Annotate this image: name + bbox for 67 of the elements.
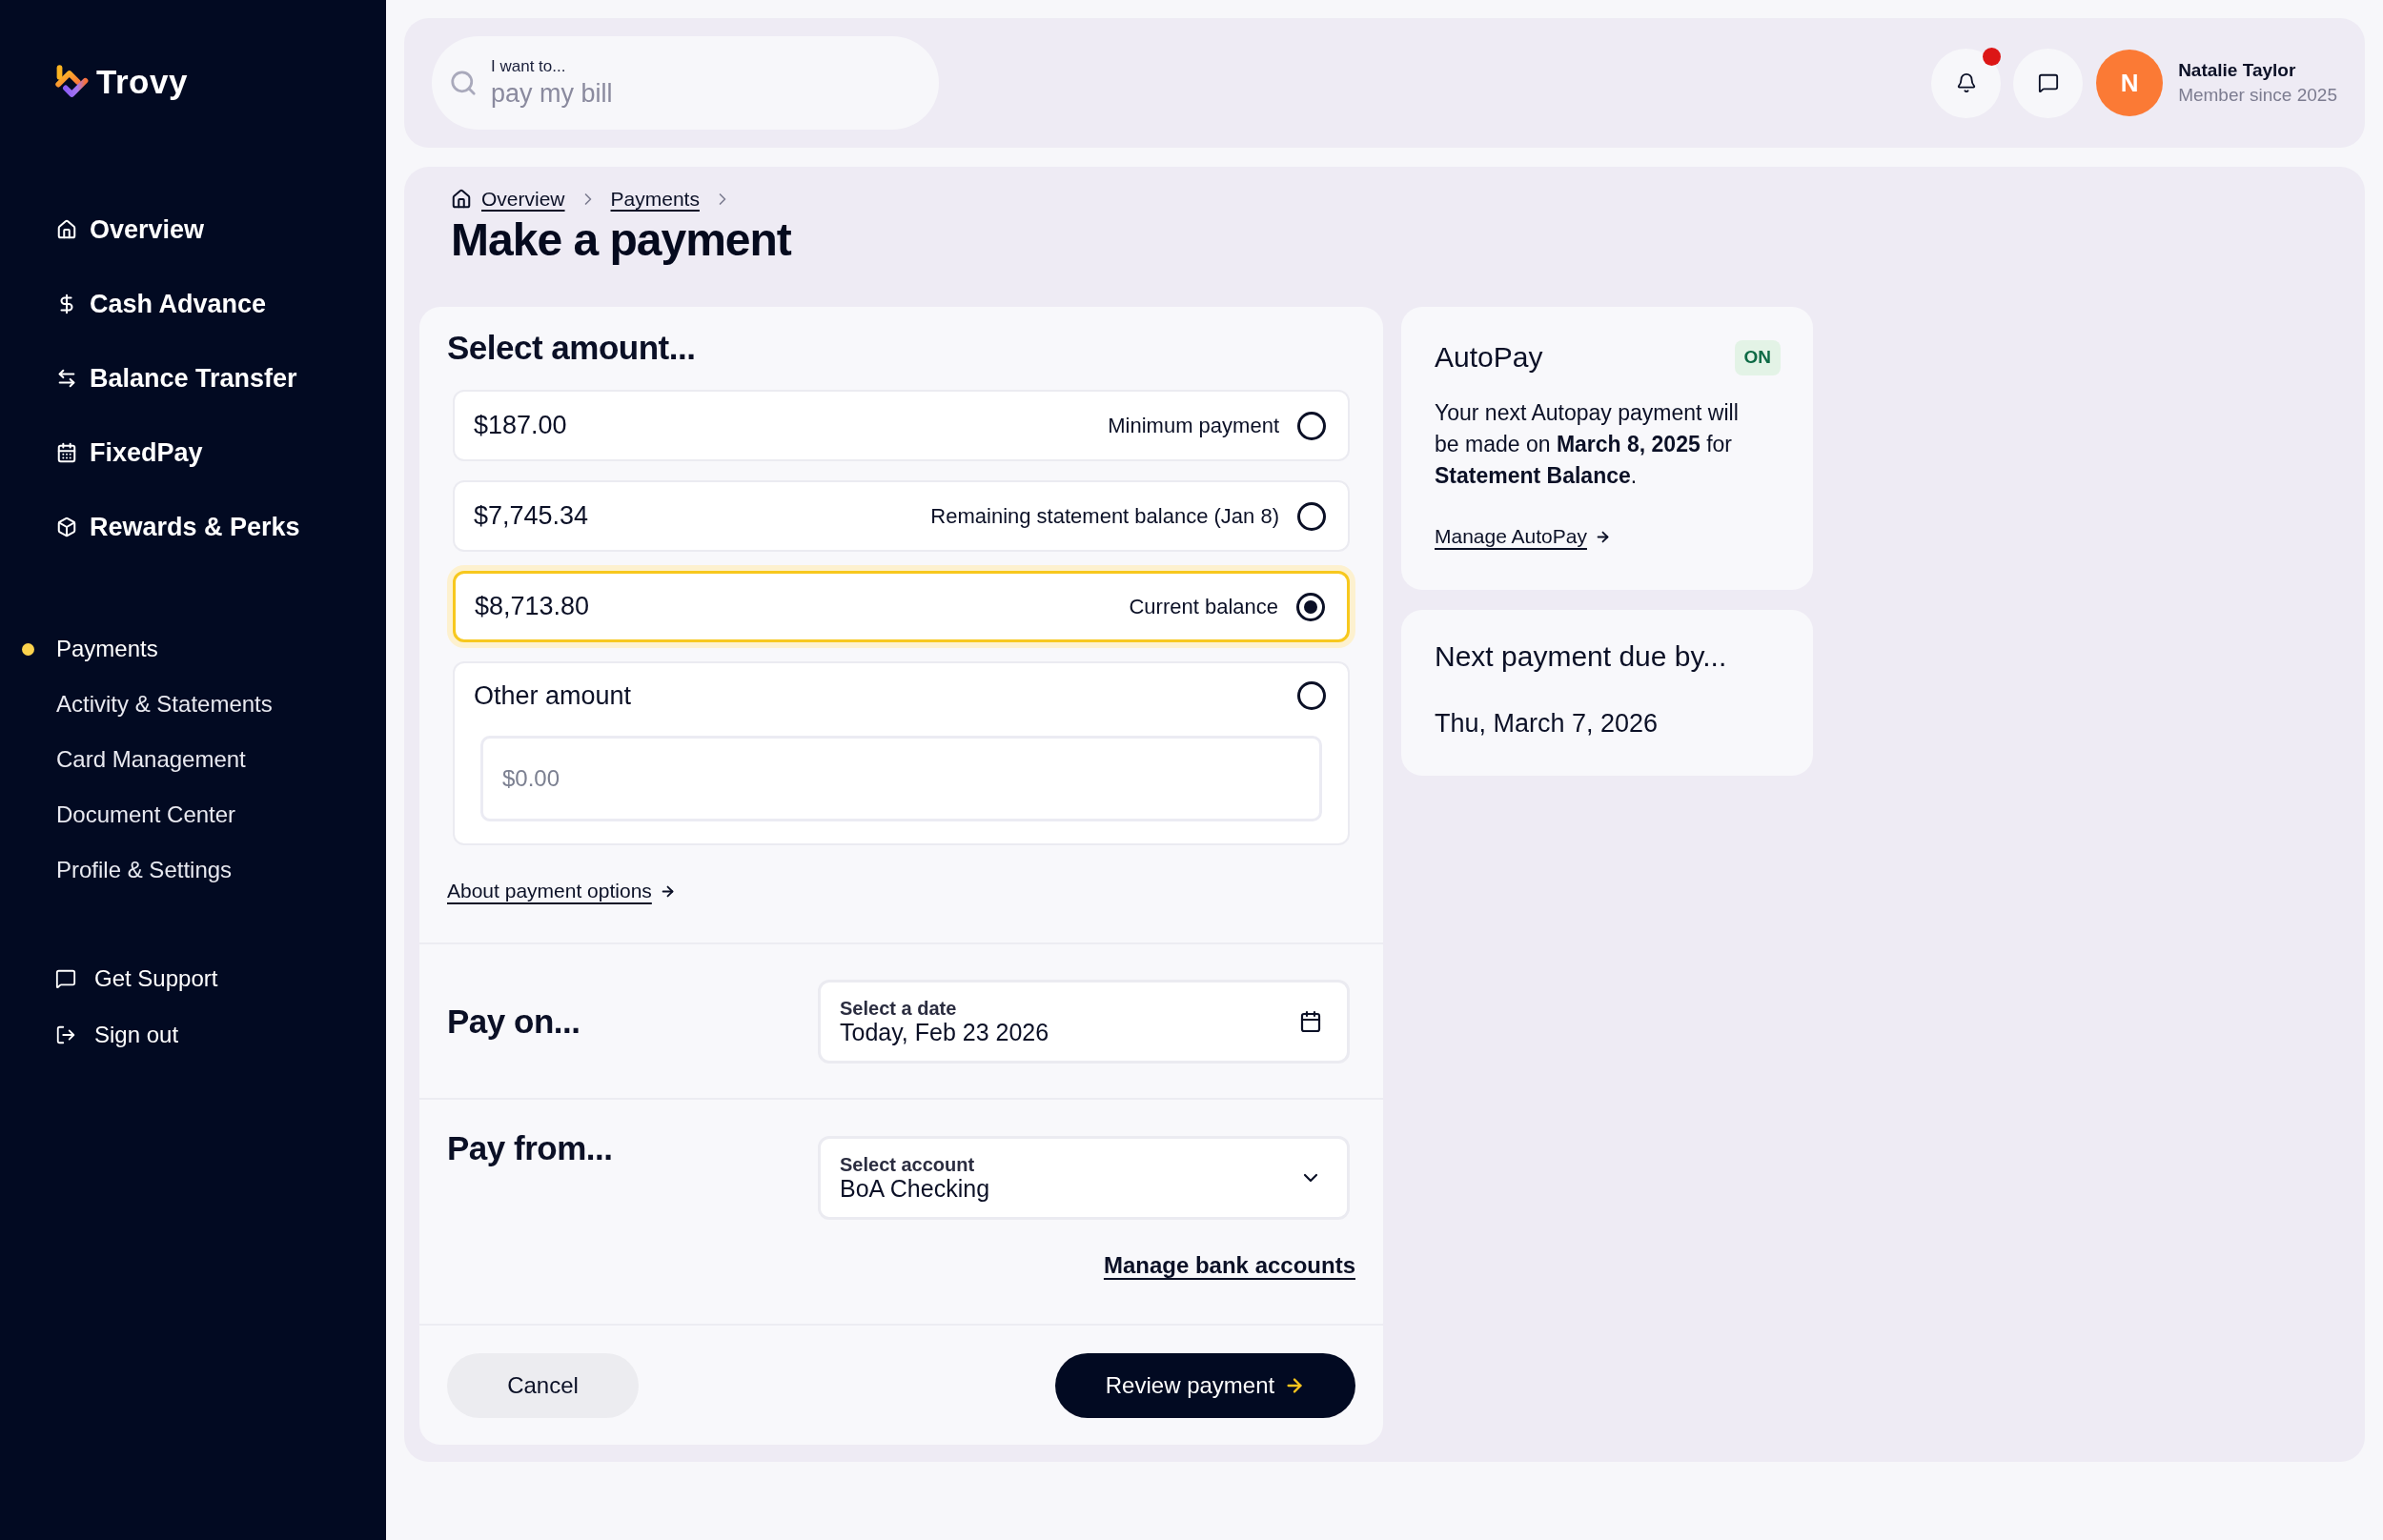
radio-button[interactable] bbox=[1297, 501, 1326, 531]
autopay-description: Your next Autopay payment will be made on March 8, 2025 for Statement Balance. bbox=[1435, 399, 1740, 490]
nav-link[interactable]: Get Support bbox=[55, 950, 218, 1006]
amount-option[interactable]: $187.00 Minimum payment bbox=[453, 390, 1350, 461]
nav-link[interactable]: Overview bbox=[56, 192, 205, 267]
radio-button[interactable] bbox=[1297, 411, 1326, 440]
date-picker[interactable]: Select a date Today, Feb 23 2026 bbox=[818, 979, 1350, 1064]
swap-arrows-icon bbox=[56, 368, 77, 389]
amount-text: $7,745.34 bbox=[474, 500, 589, 533]
cube-icon bbox=[56, 517, 77, 537]
due-date-text: Thu, March 7, 2026 bbox=[1435, 708, 1660, 740]
option-label: Other amount bbox=[474, 680, 632, 712]
nav-link[interactable]: Payments bbox=[22, 621, 158, 677]
section-heading: Pay from... bbox=[447, 1128, 613, 1168]
logo-icon bbox=[54, 65, 91, 99]
user-name: Natalie Taylor bbox=[2178, 59, 2297, 82]
account-select[interactable]: Select account BoA Checking bbox=[818, 1136, 1350, 1220]
search-icon bbox=[449, 69, 478, 97]
breadcrumb-link[interactable]: Payments bbox=[610, 184, 700, 214]
amount-option[interactable]: Other amount $0.00 bbox=[453, 661, 1350, 845]
card-title: Next payment due by... bbox=[1435, 639, 1728, 674]
cancel-button[interactable]: Cancel bbox=[447, 1353, 639, 1418]
field-value: BoA Checking bbox=[840, 1175, 990, 1202]
home-icon bbox=[56, 219, 77, 240]
autopay-status-badge: ON bbox=[1734, 339, 1781, 375]
amount-text: $187.00 bbox=[474, 410, 567, 442]
chat-bubble-icon bbox=[2037, 72, 2059, 93]
amount-input[interactable]: $0.00 bbox=[480, 736, 1322, 821]
nav-link[interactable]: Card Management bbox=[22, 732, 246, 787]
nav-link[interactable]: Rewards & Perks bbox=[56, 490, 300, 564]
amount-text: $8,713.80 bbox=[475, 591, 590, 623]
brand-name: Trovy bbox=[96, 65, 188, 99]
option-label: Current balance bbox=[1129, 594, 1278, 620]
nav-link[interactable]: Document Center bbox=[22, 787, 236, 842]
nav-link[interactable]: Activity & Statements bbox=[22, 677, 273, 732]
about-payment-options-link[interactable]: About payment options bbox=[447, 880, 676, 902]
review-payment-button[interactable]: Review payment bbox=[1055, 1353, 1355, 1418]
search-field[interactable]: I want to... pay my bill bbox=[432, 36, 939, 130]
manage-autopay-link[interactable]: Manage AutoPay bbox=[1435, 522, 1611, 551]
field-label: Select account bbox=[840, 1154, 976, 1175]
page-title: Make a payment bbox=[451, 213, 791, 267]
nav-link[interactable]: Profile & Settings bbox=[22, 842, 233, 898]
amount-option[interactable]: $7,745.34 Remaining statement balance (Jan 8) bbox=[453, 480, 1350, 552]
breadcrumb-link[interactable]: Overview bbox=[481, 184, 565, 214]
member-since-text: Member since 2025 bbox=[2178, 84, 2337, 107]
field-value: Today, Feb 23 2026 bbox=[840, 1018, 1049, 1045]
nav-link[interactable]: Balance Transfer bbox=[56, 341, 297, 415]
manage-bank-accounts-link[interactable]: Manage bank accounts bbox=[1103, 1251, 1355, 1280]
card-title: AutoPay bbox=[1435, 340, 1543, 375]
section-heading: Select amount... bbox=[446, 328, 697, 368]
search-input[interactable]: pay my bill bbox=[491, 77, 891, 110]
bell-icon bbox=[1955, 72, 1977, 93]
nav-link[interactable]: Cash Advance bbox=[56, 267, 267, 341]
chat-bubble-icon bbox=[55, 967, 76, 989]
calendar-icon bbox=[56, 442, 77, 463]
calendar-icon bbox=[1299, 1009, 1322, 1033]
sign-out-icon bbox=[55, 1023, 76, 1045]
nav-link[interactable]: FixedPay bbox=[56, 415, 203, 490]
nav-link[interactable]: Sign out bbox=[55, 1006, 179, 1063]
radio-button[interactable] bbox=[1296, 592, 1325, 621]
search-prompt: I want to... bbox=[491, 56, 567, 77]
section-heading: Pay on... bbox=[447, 1001, 580, 1042]
option-label: Minimum payment bbox=[1108, 413, 1279, 439]
home-icon bbox=[451, 189, 472, 210]
radio-button[interactable] bbox=[1297, 681, 1326, 710]
option-label: Remaining statement balance (Jan 8) bbox=[930, 503, 1279, 530]
field-label: Select a date bbox=[840, 997, 958, 1019]
